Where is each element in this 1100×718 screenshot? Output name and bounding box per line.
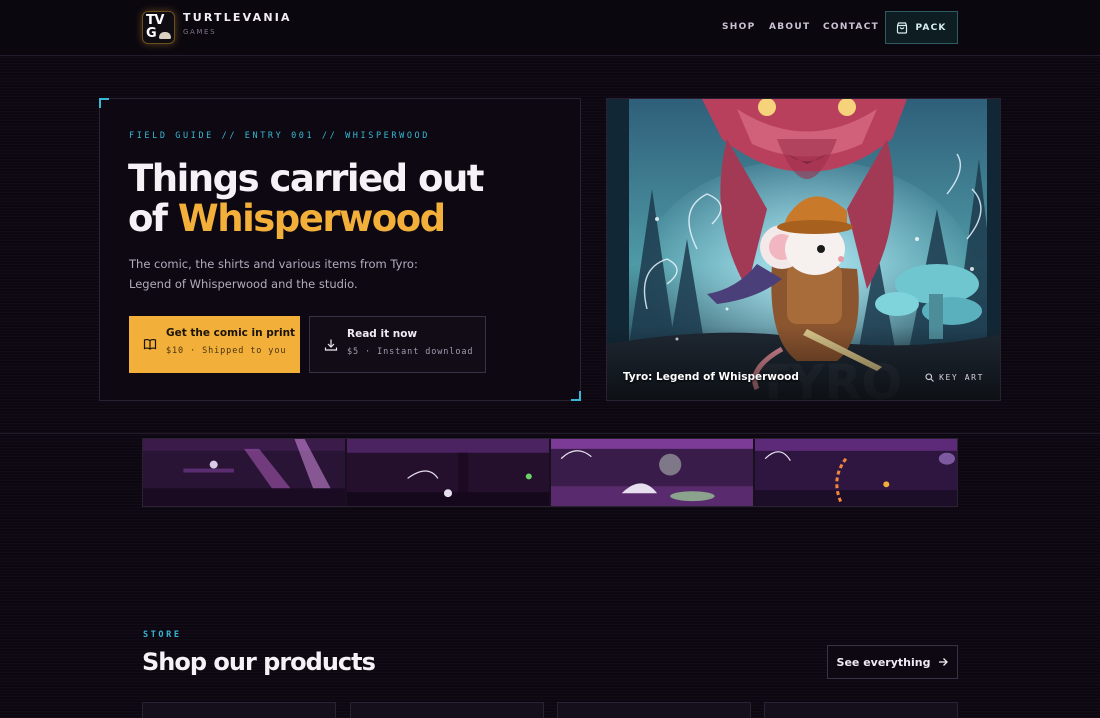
site-header: TV G TURTLEVANIA GAMES SHOP ABOUT CONTACT… (0, 0, 1100, 56)
corner-accent (99, 98, 109, 108)
gameplay-screenshot[interactable] (551, 439, 753, 506)
bag-icon (897, 21, 908, 34)
nav-contact[interactable]: CONTACT (823, 22, 879, 32)
see-everything-button[interactable]: See everything (827, 645, 958, 679)
gameplay-screenshot[interactable] (143, 439, 345, 506)
pack-label: PACK (915, 22, 947, 33)
product-card[interactable] (142, 702, 336, 718)
buy-print-label: Get the comic in print (166, 327, 296, 339)
turtle-icon (159, 32, 171, 39)
hero-description: The comic, the shirts and various items … (129, 257, 418, 291)
read-now-price: $5 · Instant download (347, 347, 474, 357)
zoom-icon (925, 373, 934, 382)
nav-shop[interactable]: SHOP (722, 22, 755, 32)
read-now-label: Read it now (347, 328, 418, 340)
brand-subtitle: GAMES (183, 28, 217, 36)
brand-name: TURTLEVANIA (183, 11, 292, 24)
gameplay-screenshot[interactable] (755, 439, 957, 506)
key-art-illustration: TYRO (607, 99, 1000, 400)
store-title: Shop our products (142, 648, 376, 676)
hero-title-accent: Whisperwood (177, 197, 446, 240)
hero-eyebrow: FIELD GUIDE // ENTRY 001 // WHISPERWOOD (129, 131, 430, 141)
see-everything-label: See everything (836, 655, 931, 669)
gameplay-screenshot[interactable] (347, 439, 549, 506)
key-art-tag[interactable]: KEY ART (925, 373, 984, 382)
read-now-button[interactable]: Read it now $5 · Instant download (309, 316, 486, 373)
hero-title: Things carried out of Whisperwood (128, 157, 484, 240)
brand[interactable]: TURTLEVANIA GAMES (183, 11, 292, 36)
book-icon (143, 339, 157, 350)
section-divider (0, 433, 1100, 434)
key-art[interactable]: TYRO Tyro: Legend of Whisperwood (606, 98, 1001, 401)
store-eyebrow: STORE (143, 630, 182, 640)
pack-button[interactable]: PACK (885, 11, 958, 44)
product-card[interactable] (350, 702, 544, 718)
nav-about[interactable]: ABOUT (769, 22, 810, 32)
product-card[interactable] (764, 702, 958, 718)
buy-print-price: $10 · Shipped to you (166, 346, 287, 356)
key-art-tag-label: KEY ART (939, 373, 984, 382)
key-art-caption: Tyro: Legend of Whisperwood (623, 371, 799, 383)
product-card[interactable] (557, 702, 751, 718)
arrow-right-icon (939, 658, 949, 666)
hero-card: FIELD GUIDE // ENTRY 001 // WHISPERWOOD … (99, 98, 581, 401)
corner-accent (571, 391, 581, 401)
screenshot-strip (142, 438, 958, 507)
download-icon (324, 339, 338, 351)
buy-print-button[interactable]: Get the comic in print $10 · Shipped to … (129, 316, 300, 373)
logo-icon[interactable]: TV G (142, 11, 175, 44)
